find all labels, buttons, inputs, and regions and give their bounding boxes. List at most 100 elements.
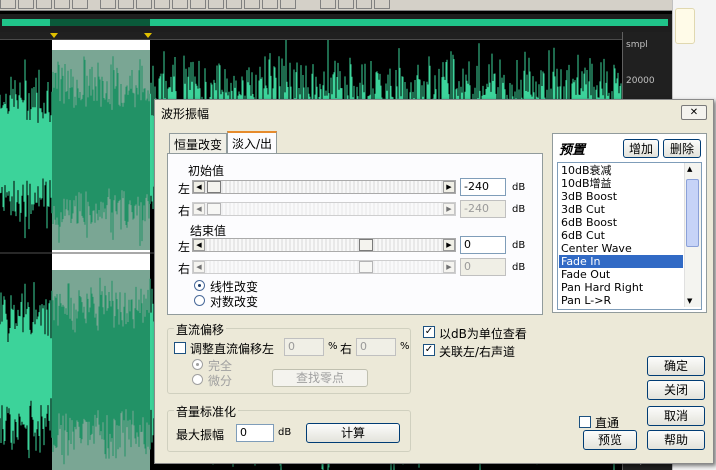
end-value-label: 结束值 xyxy=(190,224,227,238)
dialog-titlebar[interactable]: 波形振幅 ✕ xyxy=(155,100,713,124)
timeline[interactable] xyxy=(0,32,622,40)
selection-wave-overlay xyxy=(52,270,150,470)
end-right-input: 0 xyxy=(460,258,506,276)
db-unit: dB xyxy=(512,240,526,251)
preset-item[interactable]: 10dB增益 xyxy=(559,177,683,190)
tab-constant-change[interactable]: 恒量改变 xyxy=(169,133,228,154)
overview-selection xyxy=(50,19,150,26)
lock-lr-label: 关联左/右声道 xyxy=(439,345,516,359)
partial-label: 微分 xyxy=(208,374,233,388)
add-preset-button[interactable]: 增加 xyxy=(623,139,659,158)
db-unit: dB xyxy=(512,262,526,273)
preset-item[interactable]: Center Wave xyxy=(559,242,683,255)
toolbar-button[interactable] xyxy=(244,0,260,9)
toolbar-button[interactable] xyxy=(320,0,336,9)
scroll-up-icon[interactable]: ▲ xyxy=(687,165,692,173)
toolbar-button[interactable] xyxy=(0,0,16,9)
selection-end-marker[interactable] xyxy=(144,33,152,38)
tab-fade[interactable]: 淡入/出 xyxy=(227,131,278,154)
calculate-button[interactable]: 计算 xyxy=(306,423,400,443)
close-icon[interactable]: ✕ xyxy=(681,105,707,120)
end-left-slider[interactable]: ◀ ▶ xyxy=(192,238,456,252)
dc-adjust-label: 调整直流偏移左 xyxy=(190,342,275,356)
initial-left-slider[interactable]: ◀ ▶ xyxy=(192,180,456,194)
selection-wave-overlay xyxy=(52,50,150,250)
dc-right-label: 右 xyxy=(340,342,353,356)
slider-thumb[interactable] xyxy=(207,181,221,193)
toolbar-button[interactable] xyxy=(100,0,116,9)
scroll-down-icon[interactable]: ▼ xyxy=(687,297,692,305)
normalize-group: 音量标准化 最大振幅 0 dB 计算 xyxy=(167,403,411,452)
log-radio[interactable] xyxy=(194,295,205,306)
preset-item[interactable]: 6dB Boost xyxy=(559,216,683,229)
preset-item[interactable]: Pan Hard Right xyxy=(559,281,683,294)
toolbar-button[interactable] xyxy=(154,0,170,9)
toolbar-button[interactable] xyxy=(374,0,390,9)
slider-thumb xyxy=(359,261,373,273)
toolbar-button[interactable] xyxy=(262,0,278,9)
max-amp-input[interactable]: 0 xyxy=(236,424,274,442)
preset-item-selected[interactable]: Fade In xyxy=(559,255,683,268)
db-unit: dB xyxy=(512,204,526,215)
slider-thumb[interactable] xyxy=(359,239,373,251)
initial-left-input[interactable]: -240 xyxy=(460,178,506,196)
help-button[interactable]: 帮助 xyxy=(647,430,705,450)
toolbar-button[interactable] xyxy=(36,0,52,9)
toolbar-button[interactable] xyxy=(18,0,34,9)
preview-button[interactable]: 预览 xyxy=(583,430,637,450)
initial-value-label: 初始值 xyxy=(188,164,225,178)
selection-start-marker[interactable] xyxy=(50,33,58,38)
slider-left-arrow-icon[interactable]: ◀ xyxy=(193,239,205,251)
delete-preset-button[interactable]: 删除 xyxy=(663,139,701,158)
scroll-thumb[interactable] xyxy=(686,179,699,247)
preset-item[interactable]: Fade Out xyxy=(559,268,683,281)
end-left-input[interactable]: 0 xyxy=(460,236,506,254)
end-left-label: 左 xyxy=(178,240,191,254)
slider-left-arrow-icon[interactable]: ◀ xyxy=(193,181,205,193)
toolbar-button[interactable] xyxy=(338,0,354,9)
toolbar-button[interactable] xyxy=(226,0,242,9)
toolbar-button[interactable] xyxy=(280,0,296,9)
toolbar-button[interactable] xyxy=(190,0,206,9)
initial-left-label: 左 xyxy=(178,182,191,196)
toolbar-button[interactable] xyxy=(54,0,70,9)
complete-radio xyxy=(192,359,203,370)
overview-strip[interactable] xyxy=(0,14,672,32)
end-right-label: 右 xyxy=(178,262,191,276)
end-right-slider: ◀ ▶ xyxy=(192,260,456,274)
amplitude-dialog: 波形振幅 ✕ 恒量改变 淡入/出 初始值 左 ◀ ▶ -240 dB 右 ◀ ▶… xyxy=(154,99,714,464)
toolbar-button[interactable] xyxy=(208,0,224,9)
dc-adjust-checkbox[interactable] xyxy=(174,342,186,354)
preset-title: 预置 xyxy=(559,143,586,158)
db-unit: dB xyxy=(278,427,292,438)
db-view-label: 以dB为单位查看 xyxy=(439,327,527,341)
preset-list[interactable]: 10dB衰减 10dB增益 3dB Boost 3dB Cut 6dB Boos… xyxy=(557,162,702,310)
toolbar-button[interactable] xyxy=(136,0,152,9)
linear-radio[interactable] xyxy=(194,280,205,291)
preset-scrollbar[interactable]: ▲ ▼ xyxy=(684,163,701,307)
preset-item[interactable]: Pan L->R xyxy=(559,294,683,307)
dialog-title: 波形振幅 xyxy=(161,107,210,121)
ok-button[interactable]: 确定 xyxy=(647,356,705,376)
preset-item[interactable]: 6dB Cut xyxy=(559,229,683,242)
db-view-checkbox[interactable]: ✓ xyxy=(423,326,435,338)
toolbar-button[interactable] xyxy=(72,0,88,9)
preset-item[interactable]: 3dB Cut xyxy=(559,203,683,216)
toolbar-button[interactable] xyxy=(118,0,134,9)
initial-right-slider: ◀ ▶ xyxy=(192,202,456,216)
bypass-checkbox[interactable] xyxy=(579,416,591,428)
slider-left-arrow-icon: ◀ xyxy=(193,203,205,215)
slider-right-arrow-icon[interactable]: ▶ xyxy=(443,239,455,251)
fade-panel: 初始值 左 ◀ ▶ -240 dB 右 ◀ ▶ -240 dB 结束值 左 ◀ … xyxy=(167,153,543,315)
lock-lr-checkbox[interactable]: ✓ xyxy=(423,344,435,356)
percent-unit: % xyxy=(400,341,410,352)
cancel-button[interactable]: 取消 xyxy=(647,406,705,426)
slider-right-arrow-icon[interactable]: ▶ xyxy=(443,181,455,193)
close-button[interactable]: 关闭 xyxy=(647,380,705,400)
toolbar-button[interactable] xyxy=(172,0,188,9)
preset-item[interactable]: 3dB Boost xyxy=(559,190,683,203)
note-tab xyxy=(675,8,695,44)
toolbar-button[interactable] xyxy=(356,0,372,9)
slider-right-arrow-icon: ▶ xyxy=(443,261,455,273)
preset-item[interactable]: 10dB衰减 xyxy=(559,164,683,177)
